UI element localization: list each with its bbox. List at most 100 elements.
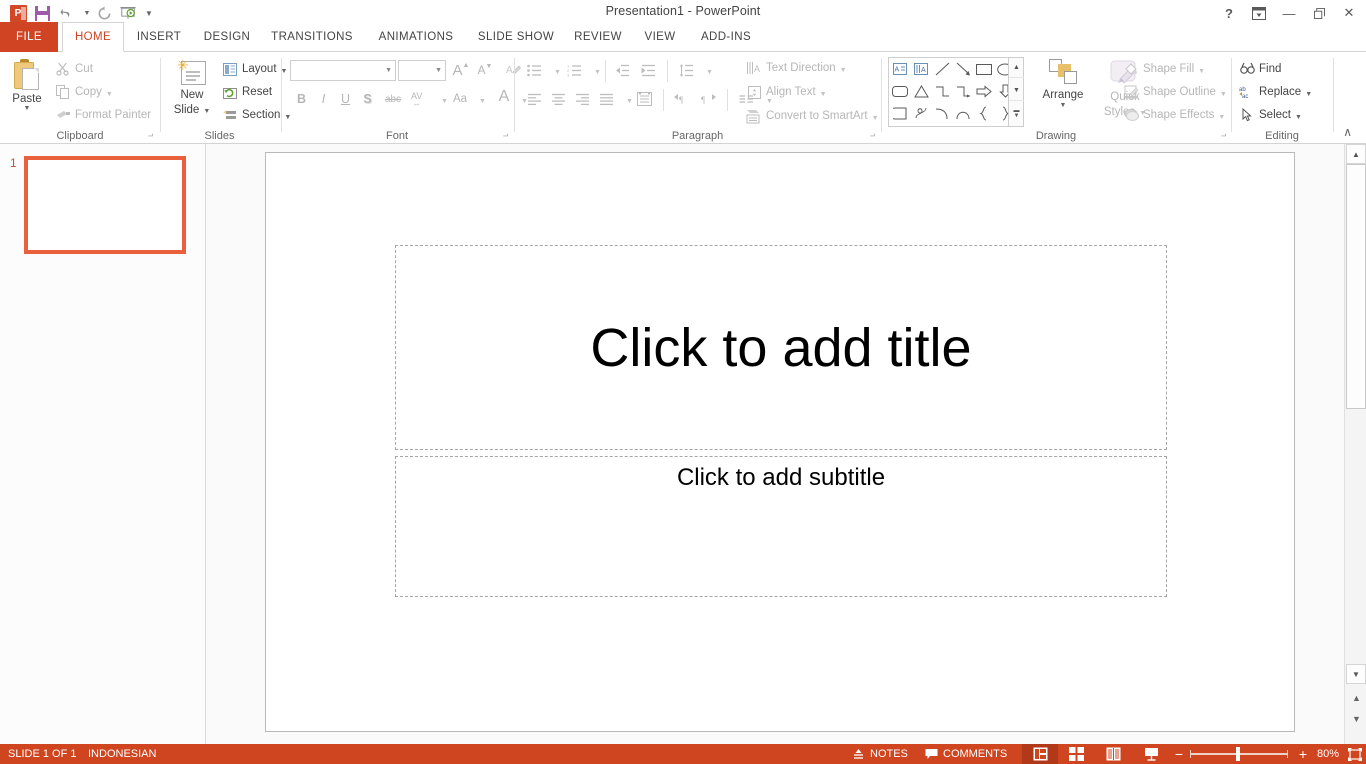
change-case-dropdown[interactable]: ▼ <box>472 88 486 110</box>
shape-pentagon[interactable] <box>890 103 910 123</box>
line-spacing-dropdown[interactable]: ▼ <box>699 59 713 81</box>
tab-design[interactable]: DESIGN <box>194 22 260 52</box>
shape-rectangle[interactable] <box>974 59 994 79</box>
shape-text-box[interactable]: A <box>890 59 910 79</box>
normal-view-button[interactable] <box>1022 744 1058 764</box>
tab-home[interactable]: HOME <box>62 22 124 52</box>
layout-button[interactable]: Layout ▼ <box>219 58 287 80</box>
font-name-input[interactable]: ▼ <box>290 60 396 81</box>
slide-show-button[interactable] <box>1133 744 1169 764</box>
arrange-button[interactable]: Arrange ▼ <box>1032 56 1094 132</box>
align-text-button[interactable]: Align Text ▼ <box>743 81 849 103</box>
bullets-dropdown[interactable]: ▼ <box>547 59 561 81</box>
zoom-slider[interactable] <box>1190 744 1296 764</box>
text-shadow-button[interactable]: S <box>358 88 377 110</box>
change-case-button[interactable]: Aa <box>448 88 472 110</box>
gallery-scroll-up-button[interactable]: ▲ <box>1009 58 1024 78</box>
slide-canvas[interactable]: Click to add title Click to add subtitle <box>265 152 1295 732</box>
scroll-up-button[interactable]: ▲ <box>1346 144 1366 164</box>
cut-button[interactable]: Cut <box>52 58 152 80</box>
gallery-scroll-down-button[interactable]: ▼ <box>1009 81 1024 101</box>
scrollbar-thumb[interactable] <box>1346 164 1366 409</box>
rtl-direction-button[interactable]: ¶ <box>697 88 721 110</box>
decrease-font-size-button[interactable]: A ▼ <box>474 59 496 81</box>
tab-slide-show[interactable]: SLIDE SHOW <box>470 22 562 52</box>
slide-sorter-view-button[interactable] <box>1058 744 1094 764</box>
align-right-button[interactable] <box>571 88 595 110</box>
title-placeholder[interactable]: Click to add title <box>395 245 1167 450</box>
convert-to-smartart-button[interactable]: Convert to SmartArt ▼ <box>743 105 893 127</box>
line-spacing-button[interactable] <box>675 59 699 81</box>
strikethrough-button[interactable]: abc <box>380 88 406 110</box>
shape-left-brace[interactable] <box>974 103 994 123</box>
shape-elbow-arrow-connector[interactable] <box>953 81 973 101</box>
paste-button[interactable]: Paste ▼ <box>6 56 48 132</box>
tab-file[interactable]: FILE <box>0 22 58 52</box>
increase-indent-button[interactable] <box>637 59 661 81</box>
vertical-scrollbar[interactable]: ▲ ▼ ▲ ▼ <box>1344 144 1366 744</box>
shape-rounded-rectangle[interactable] <box>890 81 910 101</box>
shape-scribble[interactable] <box>911 103 931 123</box>
numbering-button[interactable]: 123 <box>563 59 587 81</box>
underline-button[interactable]: U <box>336 88 355 110</box>
clipboard-dialog-launcher[interactable] <box>145 130 156 141</box>
slide-thumbnail-pane[interactable]: 1 <box>0 144 206 744</box>
reset-button[interactable]: Reset <box>219 81 275 103</box>
character-spacing-dropdown[interactable]: ▼ <box>434 88 448 110</box>
shape-effects-button[interactable]: Shape Effects ▼ <box>1120 104 1230 126</box>
fit-to-window-button[interactable] <box>1344 744 1366 764</box>
notes-button[interactable]: NOTES <box>844 744 916 764</box>
zoom-slider-thumb[interactable] <box>1236 747 1240 761</box>
tab-insert[interactable]: INSERT <box>128 22 190 52</box>
shape-outline-button[interactable]: Shape Outline ▼ <box>1120 81 1230 103</box>
find-button[interactable]: Find <box>1236 58 1314 80</box>
bold-button[interactable]: B <box>292 88 311 110</box>
copy-button[interactable]: Copy ▼ <box>52 81 152 103</box>
shape-right-arrow[interactable] <box>974 81 994 101</box>
select-button[interactable]: Select ▼ <box>1236 104 1308 126</box>
replace-button[interactable]: ab ac Replace ▼ <box>1236 81 1314 103</box>
numbering-dropdown[interactable]: ▼ <box>587 59 601 81</box>
slide-thumbnail-1[interactable] <box>24 156 186 254</box>
shape-fill-button[interactable]: Shape Fill ▼ <box>1120 58 1216 80</box>
font-size-input[interactable]: ▼ <box>398 60 446 81</box>
italic-button[interactable]: I <box>314 88 333 110</box>
shape-elbow-connector[interactable] <box>932 81 952 101</box>
justify-button[interactable] <box>595 88 619 110</box>
shapes-gallery-scrollbar[interactable]: ▲ ▼ ▬ ▼ <box>1008 58 1024 126</box>
zoom-out-button[interactable]: − <box>1170 744 1188 764</box>
reading-view-button[interactable] <box>1095 744 1131 764</box>
font-dialog-launcher[interactable] <box>500 130 511 141</box>
text-direction-button[interactable]: A Text Direction ▼ <box>743 57 869 79</box>
tab-view[interactable]: VIEW <box>634 22 686 52</box>
next-slide-button[interactable]: ▼ <box>1348 710 1365 727</box>
tab-animations[interactable]: ANIMATIONS <box>366 22 466 52</box>
section-button[interactable]: ✳ Section ▼ <box>219 104 291 126</box>
character-spacing-button[interactable]: AV ↔ <box>408 88 434 110</box>
align-left-button[interactable] <box>523 88 547 110</box>
comments-button[interactable]: COMMENTS <box>917 744 1015 764</box>
increase-font-size-button[interactable]: A ▲ <box>450 59 472 81</box>
shape-vertical-text-box[interactable]: A <box>911 59 931 79</box>
format-painter-button[interactable]: Format Painter <box>52 104 156 126</box>
shape-triangle[interactable] <box>911 81 931 101</box>
tab-transitions[interactable]: TRANSITIONS <box>262 22 362 52</box>
shape-curve[interactable] <box>932 103 952 123</box>
language-status[interactable]: INDONESIAN <box>80 744 164 764</box>
shape-arrow[interactable] <box>953 59 973 79</box>
shape-line[interactable] <box>932 59 952 79</box>
slide-count-status[interactable]: SLIDE 1 OF 1 <box>0 744 84 764</box>
gallery-more-button[interactable]: ▬ ▼ <box>1009 104 1024 124</box>
scroll-down-button[interactable]: ▼ <box>1346 664 1366 684</box>
decrease-indent-button[interactable] <box>611 59 635 81</box>
drawing-dialog-launcher[interactable] <box>1218 130 1229 141</box>
font-color-button[interactable]: A <box>494 86 514 108</box>
bullets-button[interactable] <box>523 59 547 81</box>
subtitle-placeholder[interactable]: Click to add subtitle <box>395 456 1167 597</box>
paragraph-dialog-launcher[interactable] <box>867 130 878 141</box>
collapse-ribbon-button[interactable]: ∧ <box>1339 123 1356 141</box>
shape-arc[interactable] <box>953 103 973 123</box>
shapes-gallery[interactable]: A A ▲ ▼ ▬ ▼ <box>888 57 1024 127</box>
previous-slide-button[interactable]: ▲ <box>1348 689 1365 706</box>
justify-dropdown[interactable]: ▼ <box>619 88 633 110</box>
